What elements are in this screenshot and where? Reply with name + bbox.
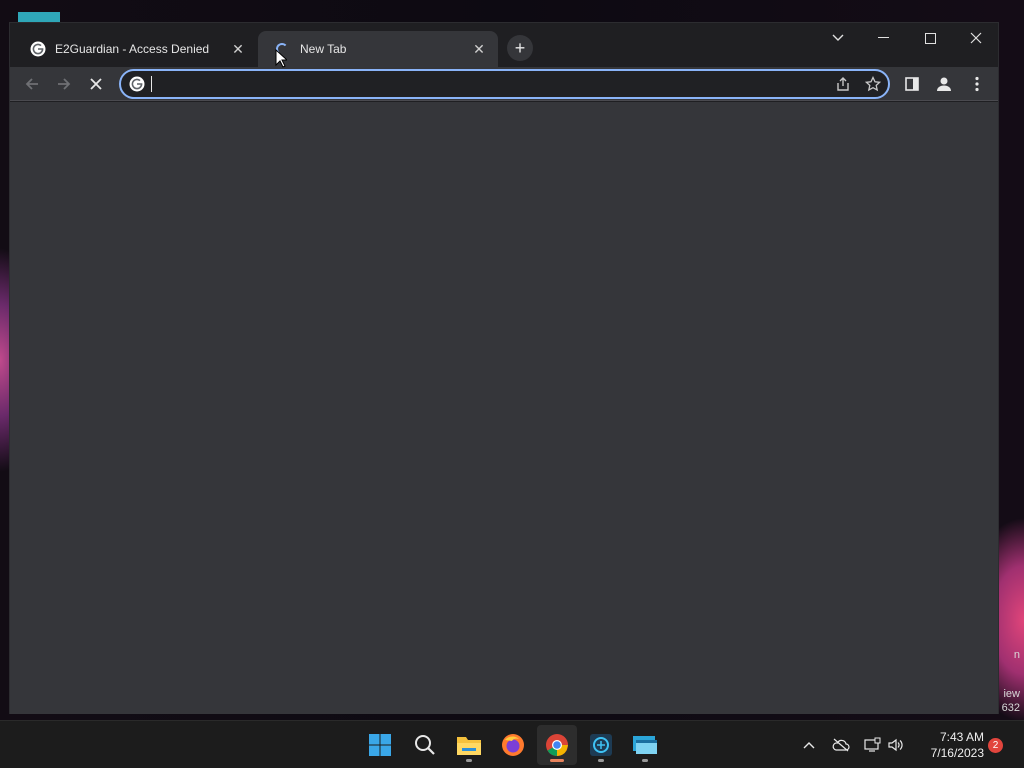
minimize-button[interactable] (861, 23, 907, 53)
address-bar[interactable] (119, 69, 890, 99)
page-content-area[interactable] (10, 102, 998, 714)
tab-search-button[interactable] (815, 23, 861, 53)
tab-close-icon[interactable]: ✕ (470, 40, 488, 58)
stop-x-icon (90, 78, 102, 90)
onedrive-status[interactable] (831, 735, 851, 755)
new-tab-button[interactable]: + (507, 35, 533, 61)
taskbar-app-6[interactable] (581, 725, 621, 765)
maximize-icon (924, 32, 936, 44)
browser-window: E2Guardian - Access Denied ✕ New Tab ✕ + (9, 22, 999, 714)
text-caret (151, 76, 152, 92)
cloud-offline-icon (832, 738, 850, 752)
share-button[interactable] (828, 70, 858, 98)
network-icon (864, 737, 881, 752)
arrow-right-icon (58, 78, 71, 90)
share-icon (837, 77, 849, 91)
taskbar-firefox[interactable] (493, 725, 533, 765)
tab-e2guardian[interactable]: E2Guardian - Access Denied ✕ (10, 31, 257, 67)
desktop-text-fragment: iew (1003, 688, 1020, 700)
clock-time: 7:43 AM (939, 730, 984, 744)
desktop-text-fragment: n (1013, 649, 1020, 661)
taskbar-chrome[interactable] (537, 725, 577, 765)
taskbar: 7:43 AM 7/16/2023 2 (0, 720, 1024, 768)
notification-badge[interactable]: 2 (988, 738, 1003, 753)
volume-control[interactable] (886, 735, 906, 755)
stop-loading-button[interactable] (82, 70, 110, 98)
plus-icon: + (514, 37, 526, 58)
maximize-button[interactable] (907, 23, 953, 53)
chevron-up-icon (803, 742, 815, 749)
mouse-cursor-icon (275, 49, 287, 68)
running-indicator (466, 759, 472, 762)
taskbar-remote-desktop[interactable] (625, 725, 665, 765)
chrome-icon (546, 734, 568, 756)
google-g-icon (129, 76, 145, 92)
desktop-text-fragment: 632 (1001, 702, 1020, 714)
taskbar-search-button[interactable] (405, 725, 445, 765)
windows-start-icon (369, 734, 391, 756)
tab-close-icon[interactable]: ✕ (229, 40, 247, 58)
profile-button[interactable] (930, 70, 958, 98)
running-indicator (642, 759, 648, 762)
google-g-icon (30, 41, 46, 57)
network-status[interactable] (862, 735, 882, 755)
app-icon (590, 734, 612, 756)
profile-icon (937, 77, 951, 91)
folder-icon (457, 737, 481, 755)
desktop-shortcut-icon[interactable] (18, 12, 60, 22)
taskbar-start-button[interactable] (360, 725, 400, 765)
running-indicator (598, 759, 604, 762)
taskbar-file-explorer[interactable] (449, 725, 489, 765)
tab-new-tab[interactable]: New Tab ✕ (258, 31, 498, 67)
tab-title: E2Guardian - Access Denied (55, 42, 210, 56)
clock-date: 7/16/2023 (930, 746, 984, 760)
forward-button[interactable] (50, 70, 78, 98)
search-icon (415, 735, 435, 755)
show-hidden-icons-button[interactable] (799, 735, 819, 755)
side-panel-icon (905, 77, 919, 91)
close-icon (970, 32, 982, 44)
bookmark-button[interactable] (858, 70, 888, 98)
remote-desktop-icon (633, 736, 657, 754)
volume-icon (888, 738, 903, 752)
arrow-left-icon (25, 78, 38, 90)
firefox-icon (502, 734, 524, 756)
minimize-icon (878, 37, 889, 38)
browser-menu-button[interactable] (963, 70, 991, 98)
tab-strip: E2Guardian - Access Denied ✕ New Tab ✕ + (10, 23, 998, 67)
side-panel-button[interactable] (898, 70, 926, 98)
close-window-button[interactable] (953, 23, 999, 53)
tab-title: New Tab (300, 42, 347, 56)
running-indicator (550, 759, 564, 762)
taskbar-clock[interactable]: 7:43 AM 7/16/2023 (912, 729, 984, 761)
browser-toolbar (10, 67, 998, 101)
back-button[interactable] (18, 70, 46, 98)
tab-search-icon (832, 34, 844, 41)
kebab-menu-icon (975, 76, 979, 92)
star-icon (865, 76, 881, 92)
address-input[interactable] (158, 73, 828, 95)
